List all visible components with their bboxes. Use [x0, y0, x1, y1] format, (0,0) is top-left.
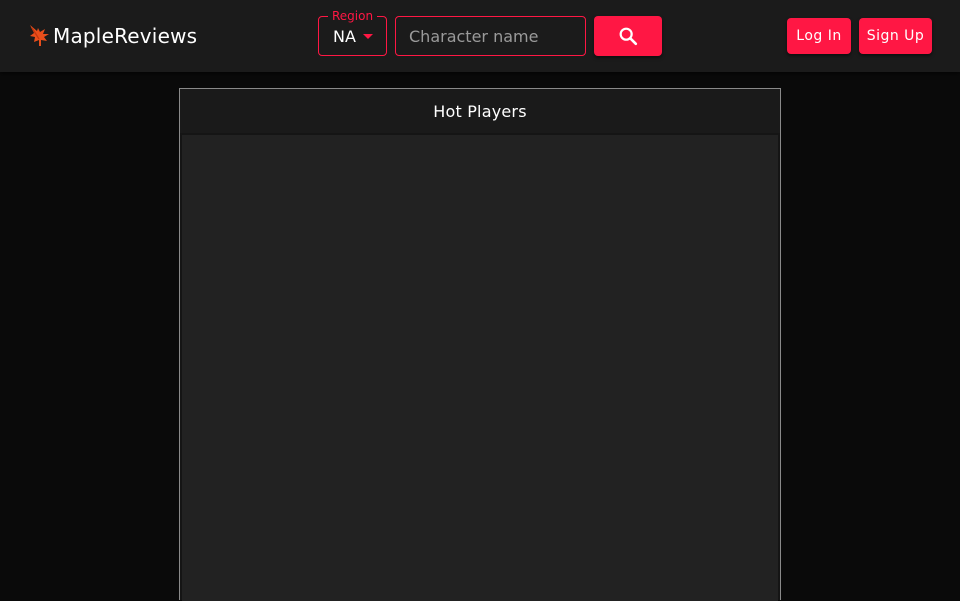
region-select[interactable]: Region NA — [318, 8, 387, 56]
search-icon — [617, 25, 639, 47]
panel-header: Hot Players — [180, 89, 780, 133]
character-name-input[interactable] — [395, 16, 586, 56]
region-value: NA — [333, 27, 356, 46]
login-button[interactable]: Log In — [787, 18, 851, 54]
maple-leaf-icon — [28, 24, 52, 48]
hot-players-panel: Hot Players — [179, 88, 781, 601]
search-button[interactable] — [594, 16, 662, 56]
app-header: MapleReviews Region NA Log In Sign Up — [0, 0, 960, 72]
brand-name: MapleReviews — [53, 24, 198, 48]
hot-players-list — [182, 135, 778, 601]
region-label: Region — [328, 8, 378, 24]
signup-button[interactable]: Sign Up — [859, 18, 932, 54]
brand-home-link[interactable]: MapleReviews — [28, 20, 197, 52]
caret-down-icon — [363, 34, 373, 39]
panel-title: Hot Players — [433, 101, 527, 121]
